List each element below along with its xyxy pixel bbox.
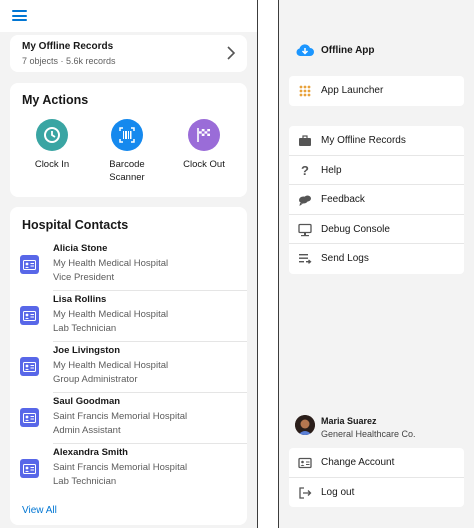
clock-out-action[interactable]: Clock Out [174, 119, 234, 171]
menu-item-send-logs[interactable]: Send Logs [289, 244, 464, 274]
contact-card-icon [298, 457, 312, 469]
contact-role: Vice President [53, 272, 115, 283]
change-account-item[interactable]: Change Account [289, 448, 464, 478]
app-header: Offline App [279, 0, 474, 70]
app-launcher-icon [299, 85, 311, 97]
contact-org: My Health Medical Hospital [53, 258, 169, 269]
app-title: Offline App [321, 45, 375, 56]
cloud-download-icon [296, 44, 314, 56]
main-menu-group: My Offline Records ? Help Feedback Debug… [289, 126, 464, 274]
menu-label: Feedback [321, 194, 365, 205]
contact-org: My Health Medical Hospital [53, 360, 169, 371]
chevron-right-icon [227, 46, 236, 60]
actions-card: My Actions Clock In Barcode Scanner Cloc… [10, 83, 247, 197]
barcode-scanner-action[interactable]: Barcode Scanner [97, 119, 157, 184]
contacts-title: Hospital Contacts [22, 218, 129, 232]
log-out-label: Log out [321, 486, 355, 498]
offline-records-card[interactable]: My Offline Records 7 objects · 5.6k reco… [10, 35, 247, 72]
account-group: Change Account Log out [289, 448, 464, 507]
menu-label: Debug Console [321, 223, 390, 235]
app-launcher-label: App Launcher [321, 85, 384, 96]
clock-out-label: Clock Out [183, 159, 225, 170]
menu-item-feedback[interactable]: Feedback [289, 185, 464, 215]
logout-icon [299, 486, 312, 499]
contact-card-icon [20, 357, 39, 376]
contact-card-icon [20, 459, 39, 478]
contact-row[interactable]: Joe Livingston My Health Medical Hospita… [10, 342, 247, 393]
contact-row[interactable]: Lisa Rollins My Health Medical Hospital … [10, 291, 247, 342]
menu-label: Send Logs [321, 253, 369, 264]
barcode-scanner-label: Barcode Scanner [109, 159, 145, 183]
records-subtitle: 7 objects · 5.6k records [22, 56, 116, 66]
contact-role: Lab Technician [53, 476, 117, 487]
menu-item-debug-console[interactable]: Debug Console [289, 215, 464, 244]
contact-role: Admin Assistant [53, 425, 121, 436]
contact-name: Lisa Rollins [53, 294, 107, 305]
barcode-icon [111, 119, 143, 151]
contact-row[interactable]: Saul Goodman Saint Francis Memorial Hosp… [10, 393, 247, 444]
clock-icon [36, 119, 68, 151]
contact-name: Joe Livingston [53, 345, 121, 356]
menu-item-offline-records[interactable]: My Offline Records [289, 126, 464, 156]
records-title: My Offline Records [22, 41, 114, 52]
app-menu-drawer: Offline App App Launcher My Offline Reco… [279, 0, 474, 528]
contact-card-icon [20, 306, 39, 325]
contact-card-icon [20, 255, 39, 274]
app-launcher-item[interactable]: App Launcher [289, 76, 464, 106]
user-org: General Healthcare Co. [321, 429, 416, 439]
menu-label: My Offline Records [321, 135, 406, 146]
contact-org: Saint Francis Memorial Hospital [53, 462, 188, 473]
contact-name: Alicia Stone [53, 243, 108, 254]
view-all-link[interactable]: View All [22, 505, 57, 516]
contact-org: Saint Francis Memorial Hospital [53, 411, 188, 422]
home-screen: My Offline Records 7 objects · 5.6k reco… [0, 0, 257, 528]
send-logs-icon [299, 254, 312, 264]
change-account-label: Change Account [321, 457, 395, 468]
menu-icon[interactable] [12, 10, 27, 21]
feedback-icon [299, 195, 311, 206]
contact-role: Lab Technician [53, 323, 117, 334]
contact-name: Saul Goodman [53, 396, 121, 407]
help-icon: ? [301, 163, 309, 178]
flag-icon [188, 119, 220, 151]
avatar [295, 415, 315, 435]
contact-card-icon [20, 408, 39, 427]
contact-row[interactable]: Alicia Stone My Health Medical Hospital … [10, 240, 247, 291]
user-name: Maria Suarez [321, 416, 377, 426]
contact-role: Group Administrator [53, 374, 138, 385]
launcher-group: App Launcher [289, 76, 464, 106]
menu-item-help[interactable]: ? Help [289, 156, 464, 185]
actions-title: My Actions [22, 93, 89, 107]
log-out-item[interactable]: Log out [289, 478, 464, 508]
clock-in-action[interactable]: Clock In [22, 119, 82, 171]
contacts-card: Hospital Contacts Alicia Stone My Health… [10, 207, 247, 525]
console-icon [298, 223, 312, 236]
contact-row[interactable]: Alexandra Smith Saint Francis Memorial H… [10, 444, 247, 495]
menu-label: Help [321, 164, 342, 176]
pane-divider [257, 0, 279, 528]
top-bar [0, 0, 257, 32]
briefcase-icon [299, 135, 311, 146]
clock-in-label: Clock In [34, 159, 70, 170]
contact-name: Alexandra Smith [53, 447, 128, 458]
contact-org: My Health Medical Hospital [53, 309, 169, 320]
